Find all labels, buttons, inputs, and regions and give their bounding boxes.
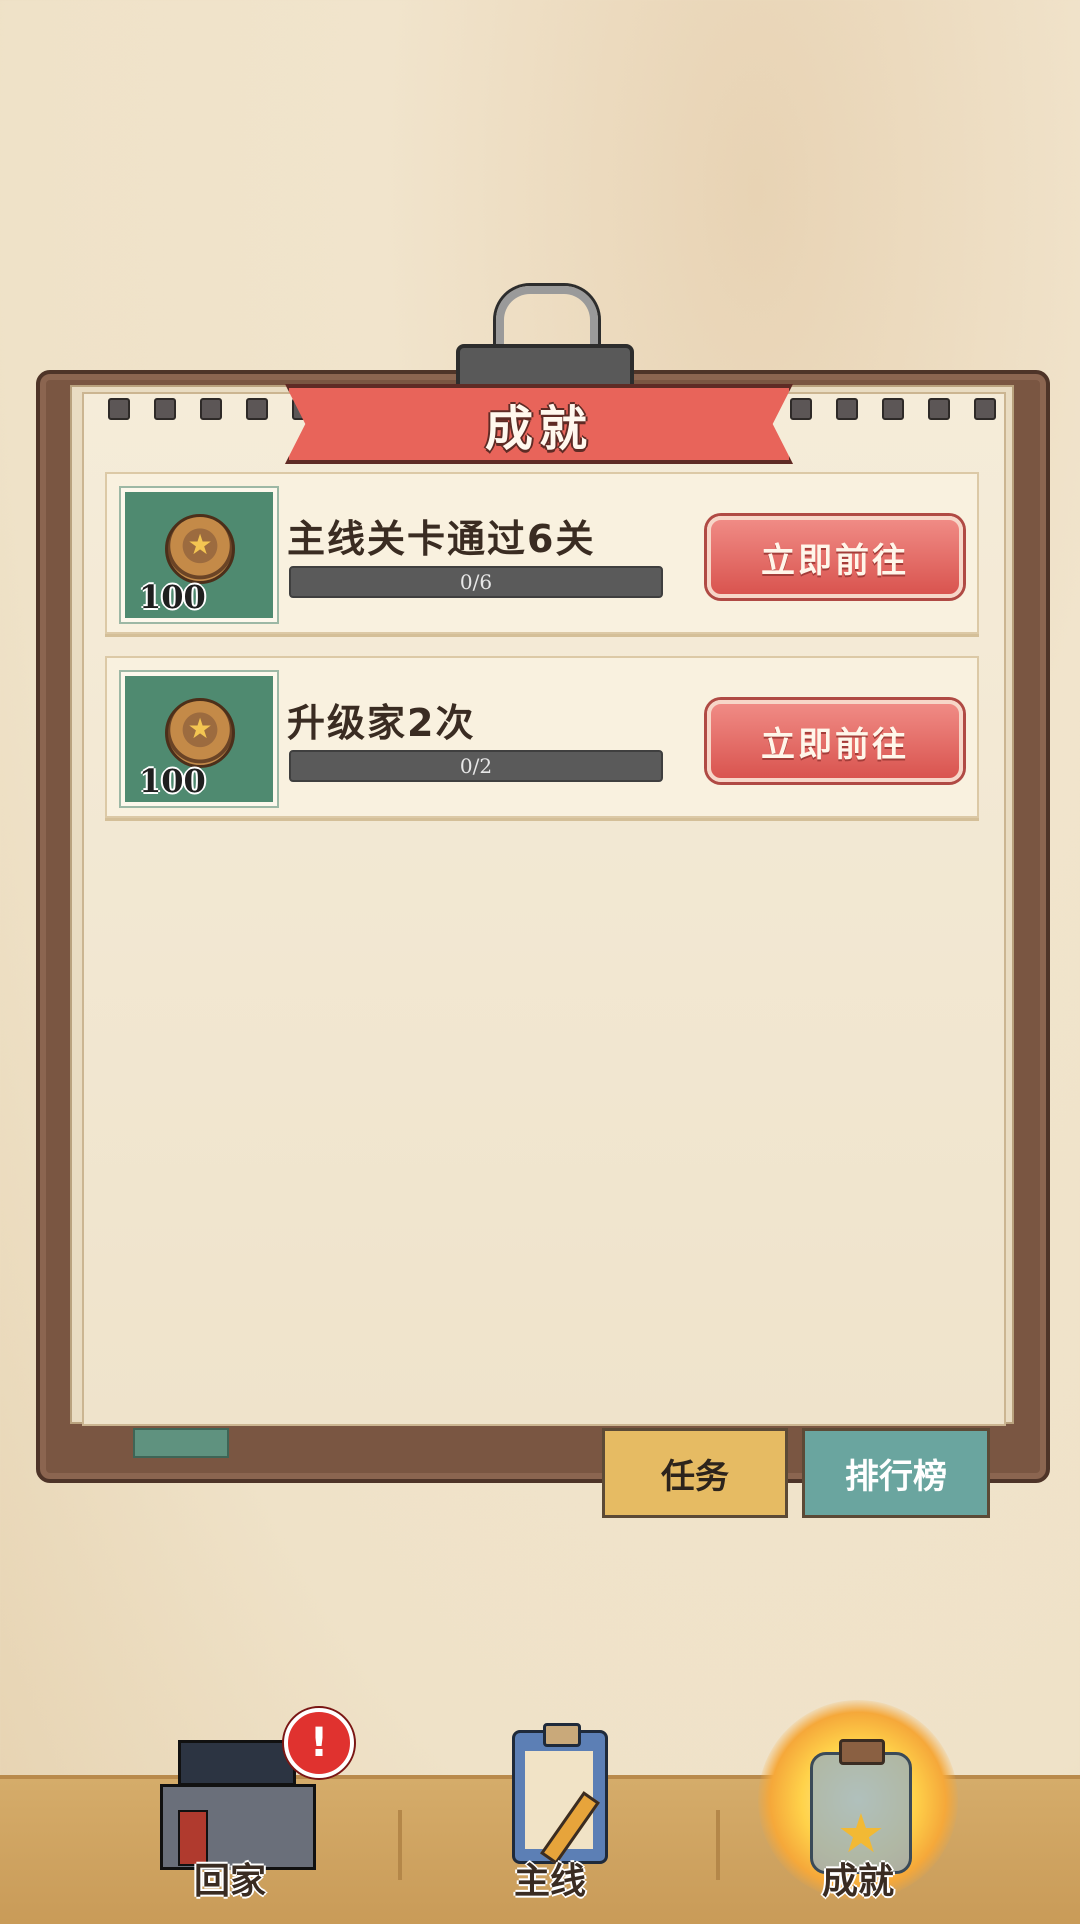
binder-holes-right bbox=[790, 398, 996, 420]
title-ribbon: 成就 bbox=[285, 384, 793, 464]
achievement-title: 主线关卡通过6关 bbox=[287, 517, 596, 561]
reward-amount: 100 bbox=[139, 578, 206, 616]
nav-achievement[interactable]: ★ 成就 bbox=[748, 1700, 968, 1910]
achievement-card: ★ 100 主线关卡通过6关 0/6 立即前往 bbox=[105, 472, 979, 634]
progress-bar: 0/2 bbox=[289, 750, 663, 782]
progress-text: 0/2 bbox=[459, 754, 493, 778]
bookmark-tab bbox=[133, 1428, 229, 1458]
go-now-button[interactable]: 立即前往 bbox=[707, 516, 963, 598]
achievement-title: 升级家2次 bbox=[287, 701, 476, 745]
go-now-button[interactable]: 立即前往 bbox=[707, 700, 963, 782]
alert-badge-icon: ! bbox=[284, 1708, 354, 1778]
binder-holes-left bbox=[108, 398, 314, 420]
progress-text: 0/6 bbox=[459, 570, 493, 594]
go-now-label: 立即前往 bbox=[761, 724, 909, 765]
medal-icon: ★ bbox=[165, 698, 235, 768]
nav-main-label: 主线 bbox=[513, 1861, 586, 1902]
nav-main[interactable]: 主线 bbox=[440, 1700, 660, 1910]
progress-bar: 0/6 bbox=[289, 566, 663, 598]
nav-achievement-label: 成就 bbox=[821, 1861, 894, 1902]
tab-ranking[interactable]: 排行榜 bbox=[802, 1428, 990, 1518]
reward-box: ★ 100 bbox=[121, 488, 277, 622]
page-title: 成就 bbox=[484, 401, 593, 457]
nav-divider bbox=[398, 1810, 402, 1880]
nav-home-label: 回家 bbox=[193, 1861, 266, 1902]
medal-icon: ★ bbox=[165, 514, 235, 584]
reward-amount: 100 bbox=[139, 762, 206, 800]
go-now-label: 立即前往 bbox=[761, 540, 909, 581]
reward-box: ★ 100 bbox=[121, 672, 277, 806]
tab-task[interactable]: 任务 bbox=[602, 1428, 788, 1518]
nav-divider bbox=[716, 1810, 720, 1880]
achievement-card: ★ 100 升级家2次 0/2 立即前往 bbox=[105, 656, 979, 818]
nav-home[interactable]: ! 回家 bbox=[120, 1700, 354, 1910]
house-icon bbox=[178, 1740, 296, 1786]
